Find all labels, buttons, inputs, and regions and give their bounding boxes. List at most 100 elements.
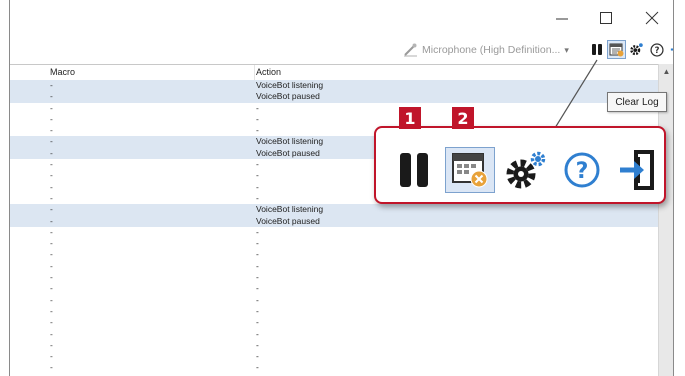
action-cell: VoiceBot paused xyxy=(256,147,320,158)
table-row[interactable]: -- xyxy=(10,340,658,351)
table-row[interactable]: -- xyxy=(10,272,658,283)
pause-icon xyxy=(591,44,602,55)
action-cell: - xyxy=(256,272,259,283)
macro-cell: - xyxy=(50,305,53,316)
table-row[interactable]: -- xyxy=(10,362,658,373)
microphone-label: Microphone (High Definition... xyxy=(422,44,561,56)
action-cell: - xyxy=(256,317,259,328)
macro-cell: - xyxy=(50,170,53,181)
macro-cell: - xyxy=(50,204,53,215)
table-row[interactable]: -- xyxy=(10,103,658,114)
action-cell: - xyxy=(256,102,259,113)
action-cell: - xyxy=(256,362,259,373)
table-row[interactable]: - VoiceBot paused xyxy=(10,91,658,103)
action-cell: - xyxy=(256,249,259,260)
settings-icon xyxy=(506,151,546,189)
column-header-action[interactable]: Action xyxy=(256,67,281,77)
callout-pause xyxy=(390,148,438,192)
microphone-icon xyxy=(404,43,417,57)
action-cell: - xyxy=(256,181,259,192)
macro-cell: - xyxy=(50,339,53,350)
action-cell: - xyxy=(256,260,259,271)
callout-settings xyxy=(502,148,550,192)
help-icon: ? xyxy=(564,152,600,188)
macro-cell: - xyxy=(50,249,53,260)
action-cell: - xyxy=(256,339,259,350)
close-button[interactable] xyxy=(637,6,667,30)
macro-cell: - xyxy=(50,91,53,102)
clear-log-tooltip: Clear Log xyxy=(607,92,667,112)
macro-cell: - xyxy=(50,260,53,271)
log-rows: - VoiceBot listening - VoiceBot paused - - - - -… xyxy=(10,80,658,374)
maximize-button[interactable] xyxy=(591,6,621,30)
macro-cell: - xyxy=(50,317,53,328)
macro-cell: - xyxy=(50,102,53,113)
macro-cell: - xyxy=(50,362,53,373)
column-divider[interactable] xyxy=(254,65,255,80)
table-row[interactable]: -- xyxy=(10,249,658,260)
table-row[interactable]: -- xyxy=(10,295,658,306)
svg-text:?: ? xyxy=(576,159,589,184)
macro-cell: - xyxy=(50,159,53,170)
clear-log-icon xyxy=(609,43,624,56)
exit-icon xyxy=(670,48,673,51)
macro-cell: - xyxy=(50,80,53,90)
column-header-macro[interactable]: Macro xyxy=(50,67,75,77)
action-cell: VoiceBot listening xyxy=(256,136,324,147)
action-cell: - xyxy=(256,238,259,249)
macro-cell: - xyxy=(50,328,53,339)
callout-badge-1: 1 xyxy=(399,107,421,129)
macro-cell: - xyxy=(50,147,53,158)
macro-cell: - xyxy=(50,238,53,249)
help-button[interactable]: ? xyxy=(648,41,665,58)
action-cell: VoiceBot paused xyxy=(256,91,320,102)
macro-cell: - xyxy=(50,294,53,305)
action-cell: - xyxy=(256,159,259,170)
table-row[interactable]: -- xyxy=(10,306,658,317)
callout-badge-2: 2 xyxy=(452,107,474,129)
macro-cell: - xyxy=(50,192,53,203)
table-row[interactable]: -- xyxy=(10,227,658,238)
grid-header: Macro Action xyxy=(10,64,658,81)
macro-cell: - xyxy=(50,113,53,124)
table-row[interactable]: -- xyxy=(10,238,658,249)
callout-clear-log xyxy=(445,147,495,193)
action-cell: - xyxy=(256,192,259,203)
clear-log-button[interactable] xyxy=(607,40,626,59)
microphone-selector[interactable]: Microphone (High Definition... ▾ xyxy=(402,42,569,58)
chevron-down-icon: ▾ xyxy=(564,44,569,55)
pause-icon xyxy=(400,153,428,187)
macro-cell: - xyxy=(50,351,53,362)
minimize-button[interactable] xyxy=(547,6,577,30)
scroll-up-icon[interactable]: ▲ xyxy=(659,64,673,79)
table-row[interactable]: -- xyxy=(10,329,658,340)
action-cell: - xyxy=(256,125,259,136)
exit-icon xyxy=(620,150,654,190)
pause-button[interactable] xyxy=(588,41,605,58)
help-icon: ? xyxy=(649,42,664,57)
table-row[interactable]: -- xyxy=(10,351,658,362)
action-cell: VoiceBot paused xyxy=(256,215,320,226)
action-cell: - xyxy=(256,283,259,294)
macro-cell: - xyxy=(50,125,53,136)
exit-button[interactable] xyxy=(668,41,673,58)
table-row[interactable]: - VoiceBot paused xyxy=(10,215,658,227)
callout-help: ? xyxy=(558,148,606,192)
callout-exit xyxy=(614,148,662,192)
clear-log-icon xyxy=(452,153,488,188)
toolbar: Microphone (High Definition... ▾ ? xyxy=(10,36,673,64)
table-row[interactable]: - VoiceBot listening xyxy=(10,204,658,216)
svg-text:?: ? xyxy=(654,45,659,55)
table-row[interactable]: -- xyxy=(10,317,658,328)
table-row[interactable]: -- xyxy=(10,283,658,294)
table-row[interactable]: -- xyxy=(10,261,658,272)
table-row[interactable]: - VoiceBot listening xyxy=(10,80,658,92)
macro-cell: - xyxy=(50,272,53,283)
table-row[interactable]: -- xyxy=(10,114,658,125)
settings-icon xyxy=(630,43,643,56)
action-cell: - xyxy=(256,294,259,305)
settings-button[interactable] xyxy=(628,41,645,58)
macro-cell: - xyxy=(50,215,53,226)
action-cell: - xyxy=(256,226,259,237)
macro-cell: - xyxy=(50,226,53,237)
